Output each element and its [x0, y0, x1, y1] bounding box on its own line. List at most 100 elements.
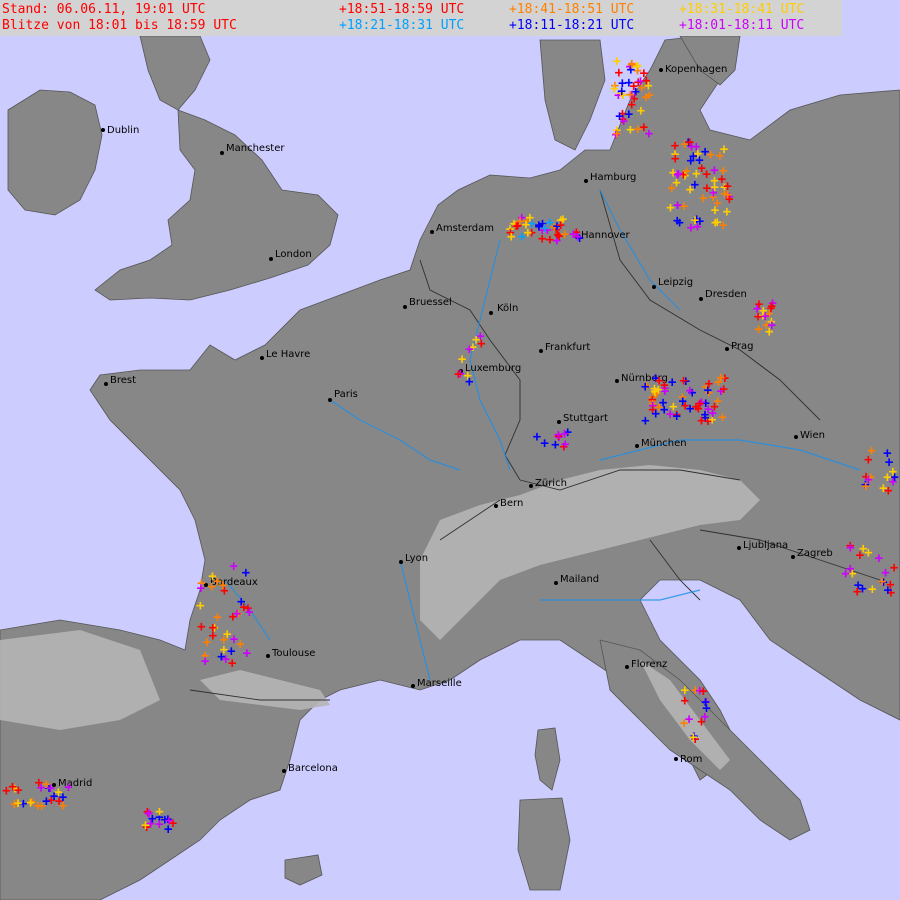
lightning-strike: +	[713, 196, 721, 212]
city-toulouse: Toulouse	[266, 648, 315, 659]
lightning-strike: +	[754, 321, 762, 337]
lightning-strike: +	[196, 598, 204, 614]
lightning-strike: +	[465, 374, 473, 390]
lightning-strike: +	[687, 220, 695, 236]
svg-text:Le Havre: Le Havre	[266, 349, 310, 360]
svg-text:Zürich: Zürich	[535, 478, 567, 489]
svg-text:Zagreb: Zagreb	[797, 548, 833, 559]
svg-text:Köln: Köln	[497, 303, 518, 314]
lightning-strike: +	[518, 229, 526, 245]
svg-text:Leipzig: Leipzig	[658, 277, 693, 288]
lightning-strike: +	[711, 215, 719, 231]
city-london: London	[269, 249, 312, 261]
city-zagreb: Zagreb	[791, 548, 833, 559]
lightning-strike: +	[694, 146, 702, 162]
lightning-strike: +	[242, 565, 250, 581]
svg-text:Toulouse: Toulouse	[271, 648, 315, 659]
lightning-strike: +	[679, 373, 687, 389]
svg-text:Prag: Prag	[731, 341, 753, 352]
lightning-strike: +	[219, 577, 227, 593]
lightning-strike: +	[14, 796, 22, 812]
lightning-strike: +	[673, 198, 681, 214]
svg-text:Madrid: Madrid	[58, 778, 92, 789]
lightning-strike: +	[615, 109, 623, 125]
city-amsterdam: Amsterdam	[430, 223, 494, 234]
lightning-strike: +	[868, 582, 876, 598]
legend-item-6: +18:01-18:11 UTC	[679, 18, 805, 33]
lightning-strike: +	[651, 406, 659, 422]
lightning-strike: +	[720, 141, 728, 157]
city-hamburg: Hamburg	[584, 172, 636, 183]
legend-item-2: +18:41-18:51 UTC	[509, 2, 635, 17]
lightning-strike: +	[883, 446, 891, 462]
lightning-strike: +	[569, 227, 577, 243]
lightning-strike: +	[236, 636, 244, 652]
svg-text:Dresden: Dresden	[705, 289, 747, 300]
lightning-strike: +	[165, 813, 173, 829]
svg-text:München: München	[641, 438, 687, 449]
lightning-strike: +	[719, 163, 727, 179]
lightning-strike: +	[50, 788, 58, 804]
lightning-strike: +	[701, 694, 709, 710]
city-dublin: Dublin	[101, 125, 139, 136]
map-header: Stand: 06.06.11, 19:01 UTC Blitze von 18…	[0, 0, 842, 36]
lightning-strike: +	[540, 435, 548, 451]
lightning-strike: +	[626, 87, 634, 103]
lightning-strike: +	[682, 164, 690, 180]
lightning-strike: +	[708, 406, 716, 422]
lightning-strike: +	[718, 409, 726, 425]
svg-text:Hannover: Hannover	[581, 230, 631, 241]
svg-text:Bruessel: Bruessel	[409, 297, 452, 308]
svg-text:Luxemburg: Luxemburg	[465, 363, 521, 374]
city-bruessel: Bruessel	[403, 297, 452, 309]
lightning-strike: +	[856, 547, 864, 563]
svg-text:Rom: Rom	[680, 754, 702, 765]
svg-text:Manchester: Manchester	[226, 143, 285, 154]
lightning-strike: +	[846, 561, 854, 577]
lightning-strike: +	[201, 653, 209, 669]
legend-item-3: +18:31-18:41 UTC	[679, 2, 805, 17]
city-barcelona: Barcelona	[282, 763, 338, 774]
svg-text:Dublin: Dublin	[107, 125, 139, 136]
city-kopenhagen: Kopenhagen	[659, 64, 727, 75]
lightning-strike: +	[59, 798, 67, 814]
city-muenchen: München	[635, 438, 687, 449]
svg-text:Brest: Brest	[110, 375, 136, 386]
svg-text:Lyon: Lyon	[405, 553, 428, 564]
lightning-strike: +	[864, 545, 872, 561]
lightning-strike: +	[213, 609, 221, 625]
legend-item-5: +18:11-18:21 UTC	[509, 18, 635, 33]
lightning-strike: +	[853, 584, 861, 600]
lightning-strike: +	[507, 229, 515, 245]
svg-text:Barcelona: Barcelona	[288, 763, 338, 774]
lightning-strike: +	[203, 635, 211, 651]
lightning-strike: +	[701, 144, 709, 160]
svg-text:Hamburg: Hamburg	[590, 172, 636, 183]
lightning-strike: +	[640, 66, 648, 82]
lightning-map[interactable]: Kopenhagen Dublin Manchester Hamburg Ams…	[0, 0, 900, 900]
lightning-strike: +	[861, 479, 869, 495]
lightning-strike: +	[890, 560, 898, 576]
svg-text:Mailand: Mailand	[560, 574, 599, 585]
city-leipzig: Leipzig	[652, 277, 693, 289]
lightning-strike: +	[674, 166, 682, 182]
lightning-strike: +	[864, 452, 872, 468]
lightning-strike: +	[879, 481, 887, 497]
lightning-strike: +	[705, 376, 713, 392]
svg-text:Paris: Paris	[334, 389, 358, 400]
svg-text:Ljubljana: Ljubljana	[743, 540, 788, 551]
lightning-strike: +	[689, 730, 697, 746]
stand-text: Stand: 06.06.11, 19:01 UTC	[2, 2, 206, 17]
svg-text:Stuttgart: Stuttgart	[563, 413, 608, 424]
lightning-strike: +	[148, 811, 156, 827]
lightning-strike: +	[650, 384, 658, 400]
lightning-strike: +	[472, 332, 480, 348]
lightning-strike: +	[34, 798, 42, 814]
svg-text:Florenz: Florenz	[631, 659, 667, 670]
city-le-havre: Le Havre	[260, 349, 310, 360]
svg-text:Wien: Wien	[800, 430, 825, 441]
lightning-strike: +	[220, 642, 228, 658]
lightning-strike: +	[714, 374, 722, 390]
lightning-strike: +	[671, 151, 679, 167]
lightning-strike: +	[675, 215, 683, 231]
